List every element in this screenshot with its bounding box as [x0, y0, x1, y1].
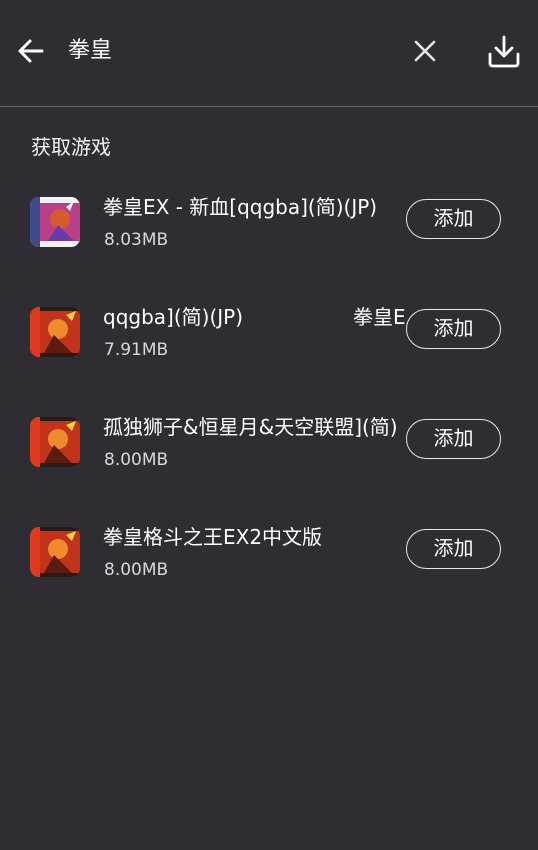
search-bar: 拳皇 — [0, 0, 538, 106]
game-cover-thumbnail — [30, 307, 80, 357]
search-query[interactable]: 拳皇 — [68, 36, 112, 66]
download-icon — [488, 35, 520, 68]
back-button[interactable] — [14, 34, 48, 68]
list-item[interactable]: qqgba](简)(JP) 拳皇EX2 - 特别版[qqgba](简)(JP) … — [0, 290, 538, 386]
game-name-container: 拳皇格斗之王EX2中文版 — [103, 520, 407, 554]
game-size: 8.00MB — [104, 560, 169, 580]
add-button[interactable]: 添加 — [406, 419, 501, 459]
game-cover-thumbnail — [30, 197, 80, 247]
game-name-container: 孤独狮子&恒星月&天空联盟](简) — [103, 410, 407, 444]
game-size: 8.03MB — [104, 230, 169, 250]
list-item[interactable]: 拳皇格斗之王EX2中文版 8.00MB 添加 — [0, 510, 538, 606]
game-size: 7.91MB — [104, 340, 169, 360]
section-title: 获取游戏 — [31, 135, 111, 159]
game-name-marquee: 拳皇EX2 - 特别版[qqgba](简)(JP) — [353, 305, 407, 329]
game-name-container: 拳皇EX - 新血[qqgba](简)(JP) — [103, 190, 407, 224]
add-button[interactable]: 添加 — [406, 529, 501, 569]
close-icon — [414, 40, 436, 62]
header-divider — [0, 106, 538, 107]
game-cover-thumbnail — [30, 527, 80, 577]
add-button[interactable]: 添加 — [406, 199, 501, 239]
list-item[interactable]: 拳皇EX - 新血[qqgba](简)(JP) 8.03MB 添加 — [0, 180, 538, 276]
arrow-left-icon — [18, 39, 44, 63]
downloads-button[interactable] — [485, 32, 523, 70]
game-name-container: qqgba](简)(JP) 拳皇EX2 - 特别版[qqgba](简)(JP) — [103, 300, 407, 334]
list-item[interactable]: 孤独狮子&恒星月&天空联盟](简) 8.00MB 添加 — [0, 400, 538, 496]
game-name: 拳皇EX - 新血[qqgba](简)(JP) — [103, 195, 378, 219]
clear-search-button[interactable] — [410, 36, 440, 66]
add-button[interactable]: 添加 — [406, 309, 501, 349]
game-size: 8.00MB — [104, 450, 169, 470]
game-name: qqgba](简)(JP) — [103, 305, 244, 329]
game-name: 孤独狮子&恒星月&天空联盟](简) — [103, 415, 398, 439]
game-cover-thumbnail — [30, 417, 80, 467]
game-name: 拳皇格斗之王EX2中文版 — [103, 525, 323, 549]
